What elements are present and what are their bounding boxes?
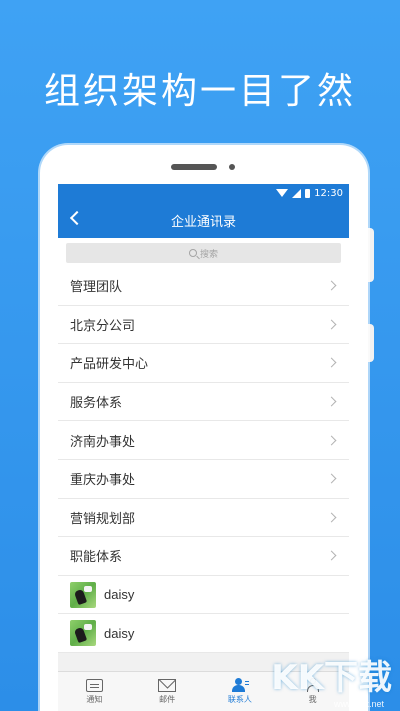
department-row[interactable]: 重庆办事处 — [58, 459, 349, 499]
department-label: 营销规划部 — [70, 511, 136, 527]
phone-camera — [229, 164, 235, 170]
chevron-right-icon — [326, 358, 337, 368]
department-row[interactable]: 职能体系 — [58, 537, 349, 576]
department-row[interactable]: 管理团队 — [58, 267, 349, 306]
status-bar: 12:30 — [58, 184, 349, 202]
chevron-right-icon — [326, 396, 337, 407]
search-icon — [188, 249, 197, 257]
department-label: 服务体系 — [70, 396, 123, 412]
avatar — [70, 581, 96, 608]
chevron-right-icon — [326, 319, 337, 330]
department-label: 产品研发中心 — [70, 357, 149, 373]
avatar — [70, 620, 96, 647]
department-row[interactable]: 服务体系 — [58, 382, 349, 422]
contact-name: daisy — [104, 587, 135, 603]
chevron-right-icon — [326, 435, 337, 446]
watermark-logo: KK下载 — [271, 658, 392, 698]
wifi-icon — [276, 189, 289, 197]
department-row[interactable]: 济南办事处 — [58, 421, 349, 460]
chevron-right-icon — [326, 551, 337, 561]
back-arrow-icon[interactable] — [69, 210, 85, 226]
department-label: 重庆办事处 — [70, 473, 136, 489]
battery-icon — [305, 188, 311, 198]
search-input[interactable]: 搜索 — [66, 243, 341, 263]
department-row[interactable]: 营销规划部 — [58, 498, 349, 538]
headline: 组织架构一目了然 — [43, 71, 356, 112]
department-label: 北京分公司 — [70, 318, 136, 334]
signal-icon — [292, 188, 302, 198]
phone-speaker — [171, 164, 217, 170]
tab-notifications[interactable]: 通知 — [58, 672, 131, 711]
tab-label: 通知 — [86, 694, 103, 704]
mail-icon — [158, 678, 177, 692]
message-icon — [85, 678, 103, 692]
department-label: 职能体系 — [70, 550, 123, 566]
department-row[interactable]: 产品研发中心 — [58, 344, 349, 383]
phone-screen: 12:30 企业通讯录 搜索 管理团队 北京分公司 产品研发中心 服务体系 济南… — [58, 184, 349, 711]
contact-name: daisy — [104, 625, 135, 641]
department-label: 济南办事处 — [70, 434, 136, 450]
status-time: 12:30 — [314, 187, 343, 199]
tab-contacts[interactable]: 联系人 — [204, 672, 277, 711]
department-list: 管理团队 北京分公司 产品研发中心 服务体系 济南办事处 重庆办事处 营销规划部… — [58, 267, 349, 653]
chevron-right-icon — [326, 512, 337, 523]
contact-row[interactable]: daisy — [58, 575, 349, 615]
nav-title: 企业通讯录 — [170, 214, 236, 230]
department-row[interactable]: 北京分公司 — [58, 305, 349, 345]
search-container: 搜索 — [58, 238, 349, 267]
search-placeholder: 搜索 — [199, 249, 218, 260]
tab-label: 联系人 — [227, 695, 252, 704]
chevron-right-icon — [326, 473, 337, 484]
department-label: 管理团队 — [70, 280, 123, 296]
contacts-icon — [231, 678, 249, 692]
nav-bar: 企业通讯录 — [58, 202, 349, 238]
chevron-right-icon — [326, 280, 337, 291]
tab-mail[interactable]: 邮件 — [131, 672, 204, 711]
tab-label: 邮件 — [159, 694, 176, 704]
contact-row[interactable]: daisy — [58, 614, 349, 653]
watermark-url: www.kkx.net — [333, 699, 384, 709]
